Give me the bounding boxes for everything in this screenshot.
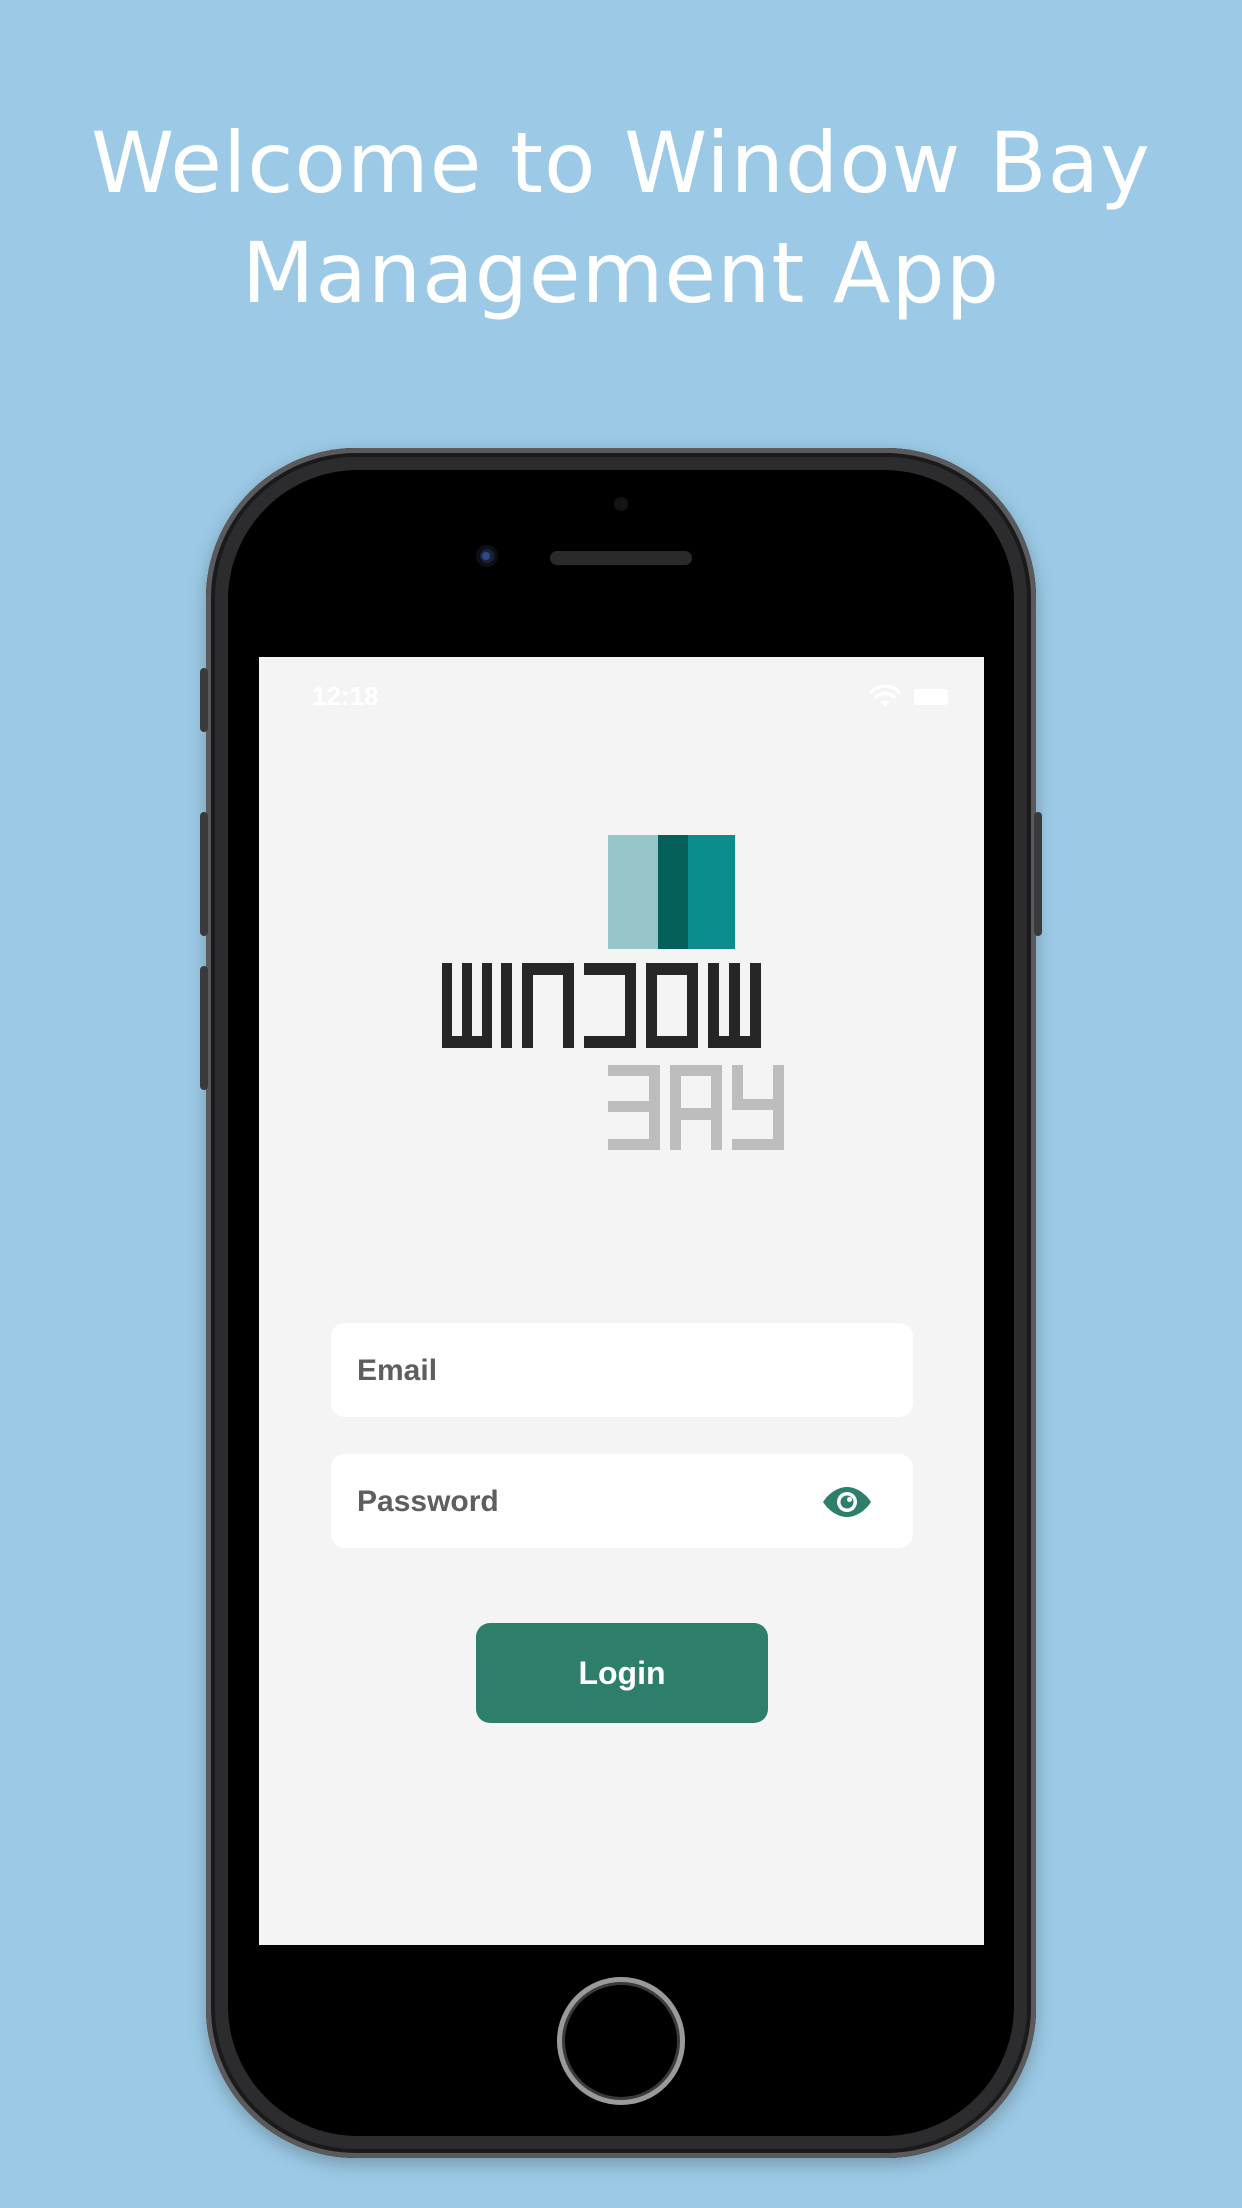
password-field xyxy=(331,1454,913,1550)
eye-icon[interactable] xyxy=(821,1486,873,1518)
home-button[interactable] xyxy=(557,1977,685,2105)
earpiece-speaker xyxy=(550,551,692,565)
wifi-icon xyxy=(869,685,901,707)
headline-line-2: Management App xyxy=(241,224,1001,322)
silent-switch xyxy=(200,668,208,732)
email-field xyxy=(331,1323,913,1419)
volume-down-button xyxy=(200,966,208,1090)
headline: Welcome to Window Bay Management App xyxy=(0,108,1242,328)
window-bay-logo xyxy=(442,835,784,1150)
status-time: 12:18 xyxy=(312,681,379,711)
headline-line-1: Welcome to Window Bay xyxy=(91,114,1151,212)
power-button xyxy=(1034,812,1042,936)
login-button[interactable]: Login xyxy=(476,1623,768,1723)
front-camera-icon xyxy=(476,545,498,567)
volume-up-button xyxy=(200,812,208,936)
proximity-sensor xyxy=(614,497,628,511)
phone-screen: 12:18 Email Login xyxy=(259,657,984,1945)
password-input[interactable] xyxy=(355,1454,829,1550)
email-input[interactable] xyxy=(355,1323,829,1419)
battery-icon xyxy=(914,689,948,705)
